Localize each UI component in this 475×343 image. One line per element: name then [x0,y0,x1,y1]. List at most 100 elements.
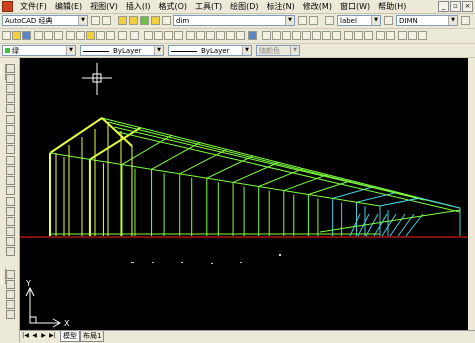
print-preview-icon[interactable] [44,31,53,40]
cut-icon[interactable] [66,31,75,40]
aligned-dim-icon[interactable] [272,31,281,40]
hatch-icon[interactable] [6,280,15,289]
menu-dimension[interactable]: 标注(N) [263,0,299,13]
arc-length-icon[interactable] [282,31,291,40]
arc-icon[interactable] [6,237,15,246]
design-center-icon[interactable] [196,31,205,40]
last-tab-icon[interactable]: ▶| [49,332,56,339]
array-icon[interactable] [6,104,15,113]
menu-view[interactable]: 视图(V) [86,0,122,13]
autocad-logo-icon[interactable] [2,1,13,12]
prev-tab-icon[interactable]: ◀ [31,332,38,339]
move-icon[interactable] [6,115,15,124]
help-icon[interactable] [248,31,257,40]
extend-icon[interactable] [6,166,15,175]
linetype-select[interactable]: ByLayer ▼ [80,45,164,56]
zoom-window-icon[interactable] [164,31,173,40]
offset-icon[interactable] [6,94,15,103]
erase-icon[interactable] [6,64,15,73]
dim-text-edit-icon[interactable] [408,31,417,40]
tab-model[interactable]: 模型 [60,331,80,342]
quick-dim-icon[interactable] [344,31,353,40]
menu-edit[interactable]: 编辑(E) [51,0,86,13]
menu-file[interactable]: 文件(F) [16,0,51,13]
publish-icon[interactable] [54,31,63,40]
dim-edit-icon[interactable] [398,31,407,40]
sheet-set-icon[interactable] [216,31,225,40]
layer-previous-icon[interactable] [309,16,318,25]
scale-icon[interactable] [6,135,15,144]
dim-style-icon[interactable] [384,16,393,25]
table-icon[interactable] [6,300,15,309]
fillet-icon[interactable] [6,207,15,216]
break-icon[interactable] [6,176,15,185]
dim-update-icon[interactable] [418,31,427,40]
menu-help[interactable]: 帮助(H) [374,0,410,13]
calculator-icon[interactable] [236,31,245,40]
copy-icon[interactable] [76,31,85,40]
save-icon[interactable] [22,31,31,40]
restore-icon[interactable]: ▫ [450,1,461,12]
properties-icon[interactable] [186,31,195,40]
trim-icon[interactable] [6,156,15,165]
menu-window[interactable]: 窗口(W) [336,0,374,13]
linear-dim-icon[interactable] [262,31,271,40]
table-style-icon[interactable] [461,16,470,25]
menu-insert[interactable]: 插入(I) [122,0,155,13]
zoom-previous-icon[interactable] [174,31,183,40]
ordinate-dim-icon[interactable] [292,31,301,40]
tolerance-icon[interactable] [376,31,385,40]
close-icon[interactable]: × [462,1,473,12]
redo-icon[interactable] [130,31,139,40]
tab-layout1[interactable]: 布局1 [80,331,105,342]
vertical-scrollbar[interactable] [468,58,475,330]
block-icon[interactable] [6,270,15,279]
markup-icon[interactable] [226,31,235,40]
lineweight-select[interactable]: ByLayer ▼ [168,45,252,56]
text-style-select[interactable]: dim ▼ [173,15,295,26]
dim-style-select[interactable]: label ▼ [337,15,381,26]
text-style-icon[interactable] [325,16,334,25]
make-current-icon[interactable] [298,16,307,25]
workspace-settings-icon[interactable] [91,16,100,25]
layer-on-icon[interactable] [140,16,149,25]
jogged-dim-icon[interactable] [312,31,321,40]
baseline-dim-icon[interactable] [354,31,363,40]
drawing-canvas[interactable]: Y X [20,58,468,330]
block-editor-icon[interactable] [106,31,115,40]
plotstyle-select[interactable]: 随颜色 ▼ [256,45,300,56]
angular-dim-icon[interactable] [332,31,341,40]
undo-icon[interactable] [118,31,127,40]
minimize-icon[interactable]: _ [438,1,449,12]
mtext-icon[interactable] [6,310,15,319]
zoom-realtime-icon[interactable] [154,31,163,40]
copy-object-icon[interactable] [6,74,15,83]
workspace-select[interactable]: AutoCAD 经典 ▼ [2,15,88,26]
paste-icon[interactable] [86,31,95,40]
menu-draw[interactable]: 绘图(D) [226,0,262,13]
polyline-icon[interactable] [6,227,15,236]
diameter-dim-icon[interactable] [322,31,331,40]
circle-icon[interactable] [6,247,15,256]
table-style-select[interactable]: DIMN ▼ [396,15,458,26]
menu-format[interactable]: 格式(O) [154,0,191,13]
layer-freeze-icon[interactable] [151,16,160,25]
layer-lock-icon[interactable] [162,16,171,25]
pan-icon[interactable] [144,31,153,40]
region-icon[interactable] [6,290,15,299]
open-file-icon[interactable] [12,31,21,40]
continue-dim-icon[interactable] [364,31,373,40]
join-icon[interactable] [6,186,15,195]
stretch-icon[interactable] [6,145,15,154]
radius-dim-icon[interactable] [302,31,311,40]
new-file-icon[interactable] [2,31,11,40]
layer-state-icon[interactable] [129,16,138,25]
match-properties-icon[interactable] [96,31,105,40]
line-icon[interactable] [6,217,15,226]
layer-select[interactable]: 绿 ▼ [2,45,76,56]
layer-properties-icon[interactable] [118,16,127,25]
chamfer-icon[interactable] [6,197,15,206]
tool-palettes-icon[interactable] [206,31,215,40]
next-tab-icon[interactable]: ▶ [40,332,47,339]
mirror-icon[interactable] [6,84,15,93]
